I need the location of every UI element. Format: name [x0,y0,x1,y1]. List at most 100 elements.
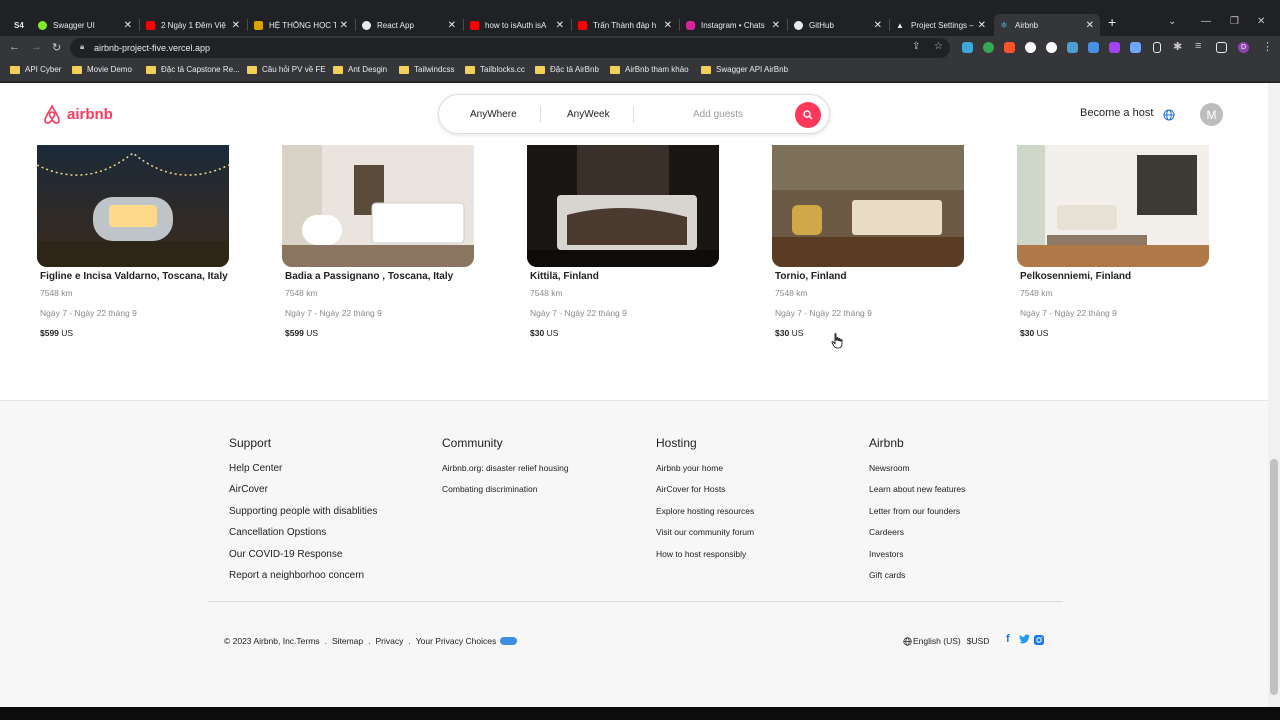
tab-react-app[interactable]: React App ✕ [356,14,462,36]
tab-project-settings[interactable]: ▲ Project Settings – ✕ [890,14,992,36]
footer-link[interactable]: Cardeers [869,527,965,540]
footer-link[interactable]: Learn about new features [869,484,965,497]
puzzle-icon[interactable]: ✱ [1173,40,1182,53]
instagram-icon[interactable] [1033,634,1045,649]
close-icon[interactable]: ✕ [340,20,348,31]
footer-link[interactable]: Letter from our founders [869,506,965,519]
brave-shield-icon[interactable] [1004,42,1015,53]
close-window-icon[interactable]: ✕ [1257,16,1265,27]
footer-link[interactable]: Report a neighborhoo concern [229,570,377,583]
bookmark-item[interactable]: API Cyber [10,65,61,74]
extension-icon[interactable] [1025,42,1036,53]
listing-photo[interactable] [772,145,964,267]
extension-icon[interactable] [1130,42,1141,53]
listing-card[interactable]: Badia a Passignano , Toscana, Italy 7548… [282,145,482,338]
bookmark-item[interactable]: Đặc tả AirBnb [535,65,599,74]
tab-he-thong[interactable]: HỆ THỐNG HỌC T ✕ [248,14,354,36]
forward-icon[interactable]: → [31,41,42,53]
language-selector[interactable]: English (US) [913,636,961,646]
listing-card[interactable]: Figline e Incisa Valdarno, Toscana, Ital… [37,145,237,338]
extension-icon[interactable] [1046,42,1057,53]
listing-photo[interactable] [527,145,719,267]
extension-icon[interactable] [962,42,973,53]
listing-photo[interactable] [282,145,474,267]
search-where[interactable]: AnyWhere [470,109,517,120]
listing-title[interactable]: Pelkosenniemi, Finland [1020,271,1217,282]
bookmark-item[interactable]: Tailblocks.cc [465,65,525,74]
tab-pinned[interactable]: S4 [8,14,30,36]
footer-link[interactable]: Newsroom [869,463,965,476]
close-icon[interactable]: ✕ [232,20,240,31]
footer-link[interactable]: Combating discrimination [442,484,569,497]
currency-selector[interactable]: $USD [967,636,990,646]
search-button[interactable] [795,102,821,128]
close-icon[interactable]: ✕ [874,20,882,31]
privacy-choices-link[interactable]: Your Privacy Choices [416,636,496,646]
footer-link[interactable]: Airbnb.org: disaster relief housing [442,463,569,476]
maximize-icon[interactable]: ❐ [1230,16,1239,27]
close-icon[interactable]: ✕ [978,20,986,31]
close-icon[interactable]: ✕ [772,20,780,31]
privacy-link[interactable]: Privacy [376,636,404,646]
back-icon[interactable]: ← [9,41,20,53]
page-scrollbar[interactable] [1268,83,1280,707]
listing-card[interactable]: Tornio, Finland 7548 km Ngày 7 - Ngày 22… [772,145,972,338]
tab-github[interactable]: GitHub ✕ [788,14,888,36]
listing-card[interactable]: Pelkosenniemi, Finland 7548 km Ngày 7 - … [1017,145,1217,338]
minimize-icon[interactable]: — [1201,16,1211,27]
user-avatar[interactable]: M [1200,103,1223,126]
footer-link[interactable]: AirCover for Hosts [656,484,754,497]
bookmark-item[interactable]: Tailwindcss [399,65,454,74]
tab-search-icon[interactable]: ⌄ [1168,16,1176,27]
reload-icon[interactable]: ↻ [52,41,61,54]
listing-title[interactable]: Figline e Incisa Valdarno, Toscana, Ital… [40,271,237,282]
sitemap-link[interactable]: Sitemap [332,636,363,646]
tab-instagram[interactable]: Instagram • Chats ✕ [680,14,786,36]
bookmark-item[interactable]: Ant Desgin [333,65,387,74]
side-panel-icon[interactable] [1216,42,1227,53]
listing-title[interactable]: Badia a Passignano , Toscana, Italy [285,271,482,282]
tab-airbnb-active[interactable]: ⚛ Airbnb ✕ [994,14,1100,36]
tab-youtube-3[interactable]: Trấn Thành đáp h ✕ [572,14,678,36]
footer-link[interactable]: Explore hosting resources [656,506,754,519]
close-icon[interactable]: ✕ [1086,20,1094,31]
listing-card[interactable]: Kittilä, Finland 7548 km Ngày 7 - Ngày 2… [527,145,727,338]
tab-youtube-2[interactable]: how to isAuth isA ✕ [464,14,570,36]
bookmark-item[interactable]: AirBnb tham khảo [610,65,689,74]
twitter-icon[interactable] [1019,634,1030,647]
close-icon[interactable]: ✕ [664,20,672,31]
bookmark-item[interactable]: Movie Demo [72,65,132,74]
globe-icon[interactable] [903,636,912,646]
become-host-link[interactable]: Become a host [1080,107,1153,119]
footer-link[interactable]: Supporting people with disablities [229,506,377,519]
new-tab-icon[interactable]: + [1108,14,1116,30]
bookmark-item[interactable]: Đặc tả Capstone Re... [146,65,240,74]
listing-title[interactable]: Tornio, Finland [775,271,972,282]
footer-link[interactable]: Our COVID-19 Response [229,549,377,562]
extension-icon[interactable] [983,42,994,53]
facebook-icon[interactable]: f [1006,633,1010,645]
listing-photo[interactable] [1017,145,1209,267]
bookmark-item[interactable]: Swagger API AirBnb [701,65,788,74]
search-guests[interactable]: Add guests [693,109,743,120]
footer-link[interactable]: Cancellation Opstions [229,527,377,540]
terms-link[interactable]: Terms [296,636,319,646]
footer-link[interactable]: How to host responsibly [656,549,754,562]
profile-icon[interactable]: D [1238,42,1249,53]
phone-icon[interactable] [1153,42,1161,53]
search-bar[interactable]: AnyWhere AnyWeek Add guests [438,94,830,134]
close-icon[interactable]: ✕ [448,20,456,31]
footer-link[interactable]: Investors [869,549,965,562]
globe-icon[interactable] [1163,108,1175,126]
airbnb-logo[interactable]: airbnb [42,104,113,125]
search-week[interactable]: AnyWeek [567,109,610,120]
listing-title[interactable]: Kittilä, Finland [530,271,727,282]
bookmark-item[interactable]: Câu hỏi PV về FE [247,65,326,74]
footer-link[interactable]: Visit our community forum [656,527,754,540]
download-icon[interactable] [1088,42,1099,53]
tab-youtube[interactable]: 2 Ngày 1 Đêm Việ ✕ [140,14,246,36]
share-icon[interactable]: ⇪ [912,41,920,52]
close-icon[interactable]: ✕ [556,20,564,31]
footer-link[interactable]: AirCover [229,484,377,497]
footer-link[interactable]: Airbnb your home [656,463,754,476]
